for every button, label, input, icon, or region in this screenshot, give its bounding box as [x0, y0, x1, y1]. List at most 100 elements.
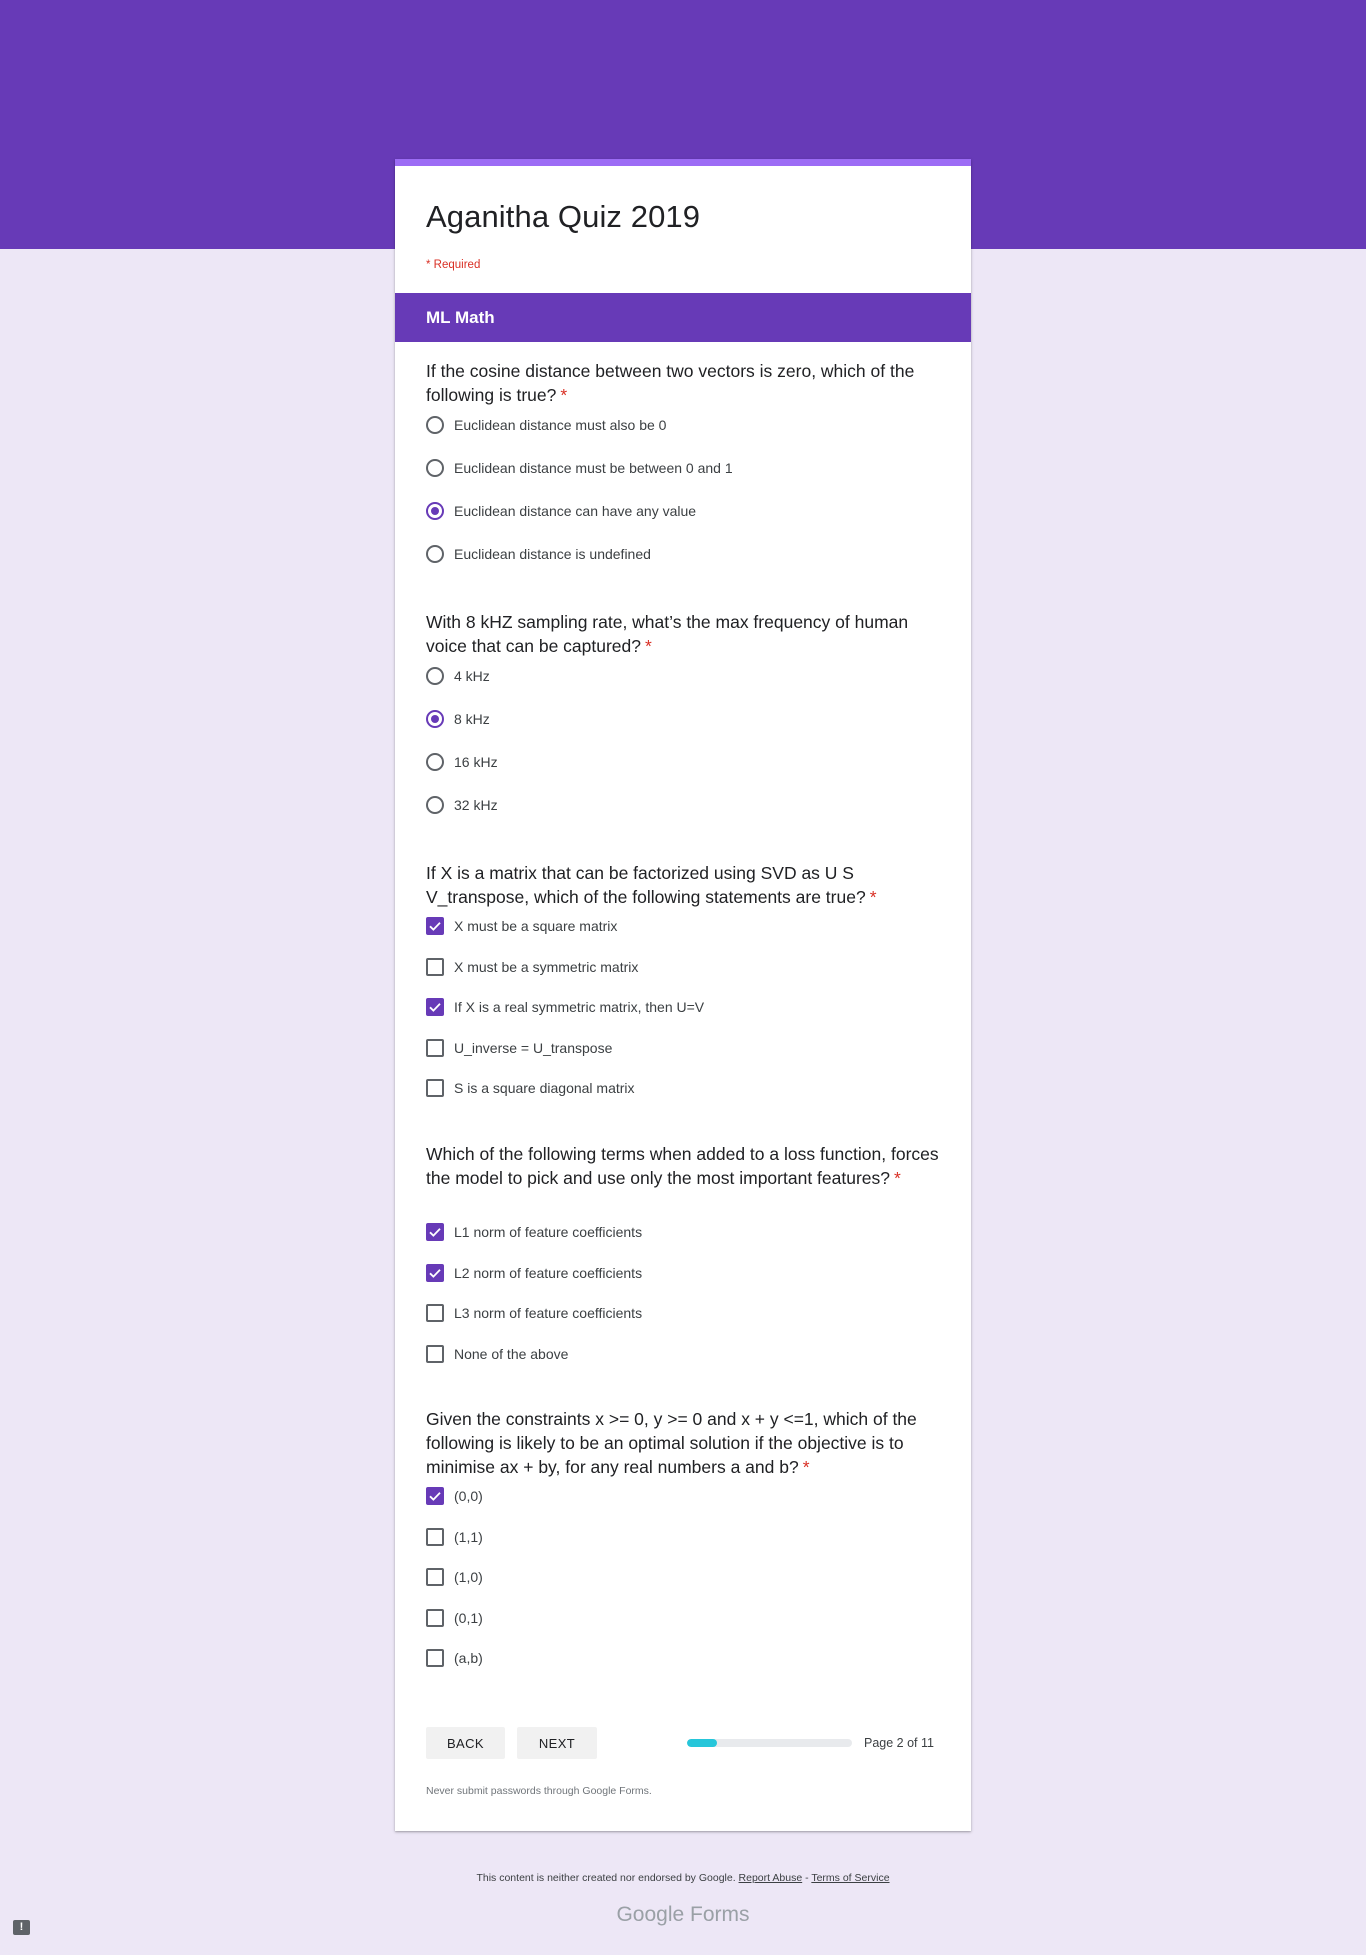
checkbox-checked-icon[interactable]	[426, 1263, 444, 1282]
option-label: Euclidean distance is undefined	[454, 546, 651, 562]
radio-unselected-icon[interactable]	[426, 545, 444, 563]
radio-selected-icon[interactable]	[426, 502, 444, 520]
checkbox-unchecked-icon[interactable]	[426, 1344, 444, 1363]
card-accent	[395, 159, 971, 166]
question-title: Which of the following terms when added …	[426, 1142, 946, 1190]
checkbox-option[interactable]: X must be a symmetric matrix	[426, 955, 638, 979]
checkbox-checked-icon[interactable]	[426, 1487, 444, 1505]
radio-dot-icon	[431, 715, 439, 723]
radio-option[interactable]: 32 kHz	[426, 793, 498, 817]
radio-dot-icon	[431, 507, 439, 515]
check-icon	[429, 1003, 441, 1012]
radio-unselected-icon[interactable]	[426, 459, 444, 477]
checkbox-unchecked-icon[interactable]	[426, 1649, 444, 1667]
radio-unselected-icon[interactable]	[426, 416, 444, 434]
radio-option[interactable]: Euclidean distance is undefined	[426, 542, 651, 566]
checkbox-option[interactable]: L1 norm of feature coefficients	[426, 1220, 642, 1244]
disclaimer-text: This content is neither created nor endo…	[476, 1872, 736, 1884]
checkbox-option[interactable]: (0,0)	[426, 1484, 483, 1508]
question-title: With 8 kHZ sampling rate, what’s the max…	[426, 610, 946, 658]
checkbox-unchecked-icon[interactable]	[426, 957, 444, 976]
checkbox-option[interactable]: (a,b)	[426, 1646, 483, 1670]
checkbox-option[interactable]: X must be a square matrix	[426, 914, 617, 938]
check-icon	[429, 1228, 441, 1237]
footer-separator: -	[805, 1872, 809, 1884]
required-asterisk: *	[645, 636, 652, 656]
checkbox-option[interactable]: L2 norm of feature coefficients	[426, 1261, 642, 1285]
form-title: Aganitha Quiz 2019	[426, 199, 701, 234]
radio-unselected-icon[interactable]	[426, 796, 444, 814]
question-text: Which of the following terms when added …	[426, 1144, 939, 1188]
option-label: 4 kHz	[454, 668, 490, 684]
question-3: If X is a matrix that can be factorized …	[426, 861, 946, 1097]
question-4: Which of the following terms when added …	[426, 1142, 946, 1363]
option-label: 32 kHz	[454, 797, 498, 813]
question-text: If the cosine distance between two vecto…	[426, 361, 915, 405]
checkbox-option[interactable]: If X is a real symmetric matrix, then U=…	[426, 995, 704, 1019]
option-label: (1,0)	[454, 1569, 483, 1585]
checkbox-unchecked-icon[interactable]	[426, 1608, 444, 1627]
checkbox-option[interactable]: (1,0)	[426, 1565, 483, 1589]
radio-option[interactable]: Euclidean distance can have any value	[426, 499, 696, 523]
checkbox-option[interactable]: U_inverse = U_transpose	[426, 1036, 612, 1060]
question-2: With 8 kHZ sampling rate, what’s the max…	[426, 610, 946, 814]
checkbox-unchecked-icon[interactable]	[426, 1079, 444, 1097]
question-title: If X is a matrix that can be factorized …	[426, 861, 946, 909]
checkbox-unchecked-icon[interactable]	[426, 1568, 444, 1586]
radio-unselected-icon[interactable]	[426, 753, 444, 771]
radio-option[interactable]: Euclidean distance must also be 0	[426, 413, 666, 437]
navigation-row: BACK NEXT Page 2 of 11	[426, 1727, 946, 1759]
section-header: ML Math	[395, 293, 971, 342]
progress-bar	[687, 1739, 852, 1747]
question-title: If the cosine distance between two vecto…	[426, 359, 946, 407]
checkbox-option[interactable]: None of the above	[426, 1342, 568, 1366]
checkbox-checked-icon[interactable]	[426, 998, 444, 1016]
page-indicator: Page 2 of 11	[864, 1736, 934, 1750]
option-label: Euclidean distance can have any value	[454, 503, 697, 519]
question-5: Given the constraints x >= 0, y >= 0 and…	[426, 1407, 946, 1667]
form-card: Aganitha Quiz 2019 * Required ML Math If…	[395, 159, 971, 1831]
next-button[interactable]: NEXT	[517, 1727, 597, 1759]
required-asterisk: *	[894, 1168, 901, 1188]
radio-option[interactable]: Euclidean distance must be between 0 and…	[426, 456, 733, 480]
option-label: (0,0)	[454, 1488, 483, 1504]
checkbox-unchecked-icon[interactable]	[426, 1304, 444, 1322]
option-label: If X is a real symmetric matrix, then U=…	[454, 999, 705, 1015]
report-abuse-link[interactable]: Report Abuse	[739, 1872, 803, 1884]
required-note: * Required	[426, 259, 481, 271]
option-label: L2 norm of feature coefficients	[454, 1264, 643, 1281]
report-icon[interactable]: !	[13, 1920, 30, 1935]
checkbox-option[interactable]: (1,1)	[426, 1525, 483, 1549]
checkbox-option[interactable]: (0,1)	[426, 1606, 483, 1630]
check-icon	[429, 922, 441, 931]
checkbox-option[interactable]: S is a square diagonal matrix	[426, 1076, 635, 1100]
option-label: 8 kHz	[454, 711, 490, 727]
option-label: (0,1)	[454, 1609, 483, 1626]
radio-selected-icon[interactable]	[426, 710, 444, 728]
checkbox-unchecked-icon[interactable]	[426, 1527, 444, 1546]
option-label: L1 norm of feature coefficients	[454, 1224, 643, 1240]
option-label: S is a square diagonal matrix	[454, 1080, 635, 1096]
google-forms-logo[interactable]: Google Forms	[0, 1903, 1366, 1927]
checkbox-option[interactable]: L3 norm of feature coefficients	[426, 1301, 642, 1325]
back-button[interactable]: BACK	[426, 1727, 505, 1759]
terms-of-service-link[interactable]: Terms of Service	[811, 1872, 889, 1884]
question-text: With 8 kHZ sampling rate, what’s the max…	[426, 612, 909, 656]
checkbox-checked-icon[interactable]	[426, 1223, 444, 1241]
required-asterisk: *	[802, 1457, 810, 1477]
check-icon	[429, 1268, 441, 1278]
brand-google: Google	[616, 1903, 685, 1926]
footer-disclaimer: This content is neither created nor endo…	[0, 1872, 1366, 1884]
progress-fill	[687, 1739, 717, 1747]
radio-option[interactable]: 16 kHz	[426, 750, 498, 774]
checkbox-unchecked-icon[interactable]	[426, 1038, 444, 1057]
radio-option[interactable]: 4 kHz	[426, 664, 490, 688]
radio-option[interactable]: 8 kHz	[426, 707, 490, 731]
option-label: None of the above	[454, 1345, 569, 1362]
password-warning: Never submit passwords through Google Fo…	[426, 1785, 652, 1797]
radio-unselected-icon[interactable]	[426, 667, 444, 685]
option-label: Euclidean distance must also be 0	[454, 417, 667, 433]
checkbox-checked-icon[interactable]	[426, 917, 444, 935]
required-asterisk: *	[560, 385, 568, 405]
option-label: (1,1)	[454, 1528, 483, 1545]
